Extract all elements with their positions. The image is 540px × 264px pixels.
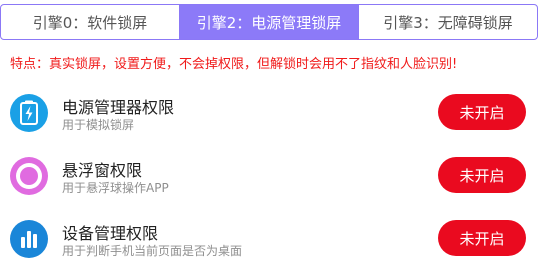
tab-engine-2[interactable]: 引擎2：电源管理锁屏 [180, 5, 359, 39]
permission-title: 设备管理权限 [62, 224, 159, 243]
permission-row-device-admin: 设备管理权限 用于判断手机当前页面是否为桌面 未开启 [0, 212, 540, 264]
enable-floating-window-button[interactable]: 未开启 [438, 157, 526, 193]
engine-tabs: 引擎0：软件锁屏 引擎2：电源管理锁屏 引擎3：无障碍锁屏 [0, 4, 538, 40]
bar-chart-icon [10, 220, 48, 258]
tab-engine-3[interactable]: 引擎3：无障碍锁屏 [359, 5, 537, 39]
enable-power-manager-button[interactable]: 未开启 [438, 94, 526, 130]
tab-engine-0[interactable]: 引擎0：软件锁屏 [1, 5, 180, 39]
permission-row-power-manager: 电源管理器权限 用于模拟锁屏 未开启 [0, 86, 540, 138]
floating-ball-icon [10, 157, 48, 195]
feature-notice: 特点：真实锁屏，设置方便，不会掉权限，但解锁时会用不了指纹和人脸识别! [10, 57, 458, 72]
permission-subtitle: 用于模拟锁屏 [62, 118, 135, 132]
permission-row-floating-window: 悬浮窗权限 用于悬浮球操作APP 未开启 [0, 149, 540, 201]
permission-title: 电源管理器权限 [62, 98, 175, 117]
permission-title: 悬浮窗权限 [62, 161, 143, 180]
permission-subtitle: 用于悬浮球操作APP [62, 181, 169, 195]
permission-subtitle: 用于判断手机当前页面是否为桌面 [62, 244, 243, 258]
enable-device-admin-button[interactable]: 未开启 [438, 220, 526, 256]
battery-lightning-icon [10, 94, 48, 132]
